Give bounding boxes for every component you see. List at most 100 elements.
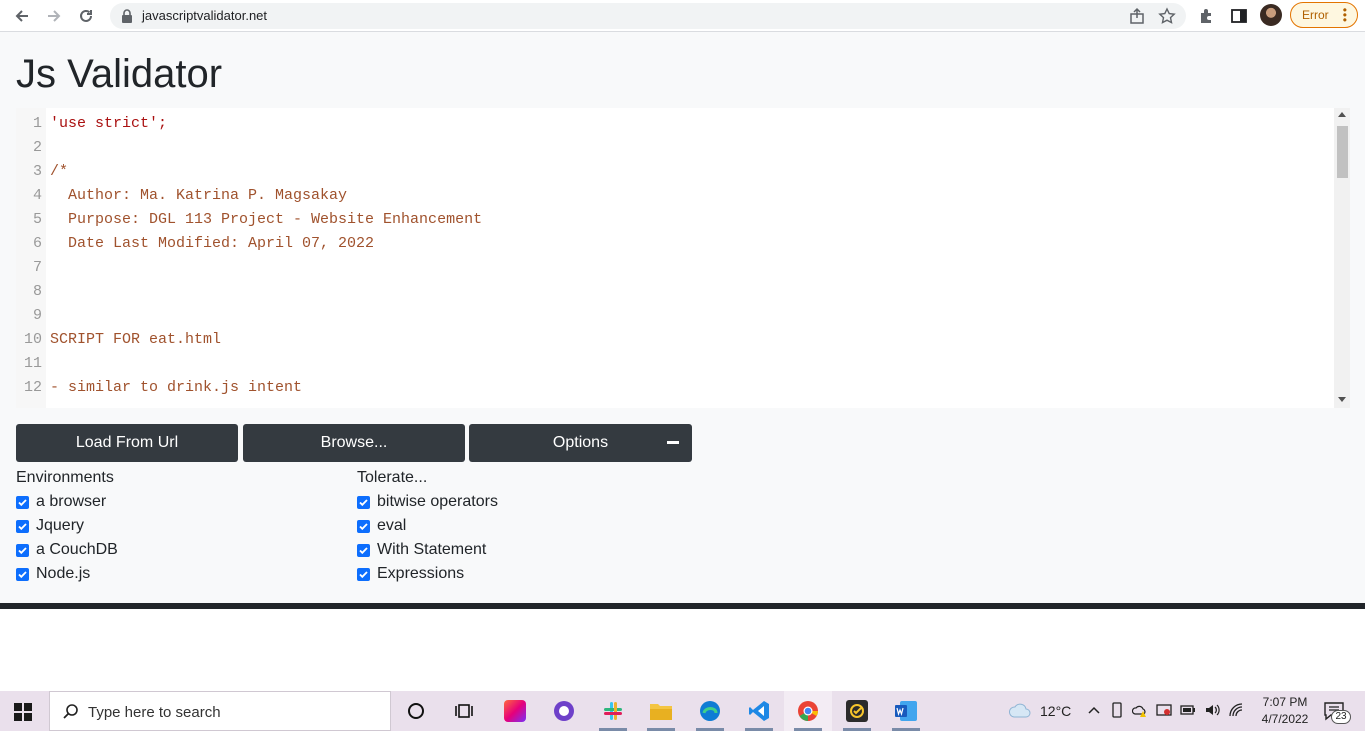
taskbar-search-box[interactable]: Type here to search <box>49 691 391 731</box>
code-editor[interactable]: 1 'use strict'; 2 3 /* 4 Author: Ma. Katri… <box>16 108 1350 408</box>
load-from-url-button[interactable]: Load From Url <box>16 424 238 462</box>
forward-button[interactable] <box>42 4 66 28</box>
back-button[interactable] <box>10 4 34 28</box>
volume-icon[interactable] <box>1204 702 1220 718</box>
onedrive-warning-icon[interactable] <box>1132 702 1148 718</box>
side-panel-icon <box>1231 9 1247 23</box>
checkbox-label: bitwise operators <box>377 493 498 510</box>
checkbox-label: Jquery <box>36 517 85 534</box>
checkbox-expressions[interactable]: Expressions <box>357 564 464 584</box>
code-text: Author: Ma. Katrina P. Magsakay <box>50 187 348 204</box>
editor-scrollbar[interactable] <box>1334 108 1350 408</box>
code-text: /* <box>50 163 69 180</box>
checkbox-checked-icon[interactable] <box>16 495 29 509</box>
line-number: 3 <box>32 163 42 180</box>
word-app[interactable] <box>882 691 930 731</box>
slack-icon <box>604 702 622 720</box>
checkbox-checked-icon[interactable] <box>357 567 370 581</box>
code-line: 8 <box>16 280 1326 304</box>
checkbox-eval[interactable]: eval <box>357 516 406 536</box>
slack-app[interactable] <box>589 691 637 731</box>
browser-toolbar: javascriptvalidator.net Error • • • <box>0 0 1365 32</box>
checkbox-with-statement[interactable]: With Statement <box>357 540 486 560</box>
chrome-app[interactable] <box>784 691 832 731</box>
line-number: 5 <box>32 211 42 228</box>
cloud-weather-icon[interactable] <box>1008 699 1032 723</box>
folder-icon <box>650 704 672 720</box>
cortana-circle-icon <box>408 703 424 719</box>
checkbox-label: Expressions <box>377 565 465 582</box>
checkbox-label: With Statement <box>377 541 487 558</box>
checkbox-checked-icon[interactable] <box>357 519 370 533</box>
scroll-thumb[interactable] <box>1337 126 1348 178</box>
code-line: 2 <box>16 136 1326 160</box>
line-number: 1 <box>32 115 42 132</box>
line-number: 7 <box>32 259 42 276</box>
edge-app[interactable] <box>686 691 734 731</box>
creative-cloud-app[interactable] <box>491 691 539 731</box>
scroll-up-arrow-icon[interactable] <box>1338 112 1346 117</box>
tasks-app[interactable] <box>833 691 881 731</box>
chevron-up-icon[interactable] <box>1086 702 1102 718</box>
system-clock[interactable]: 7:07 PM 4/7/2022 <box>1254 694 1316 728</box>
code-line: 11 <box>16 352 1326 376</box>
extensions-button[interactable] <box>1196 5 1218 27</box>
checkbox-label: eval <box>377 517 407 534</box>
puzzle-icon <box>1201 9 1211 23</box>
code-line: 7 <box>16 256 1326 280</box>
line-number: 12 <box>23 379 42 396</box>
code-line: 4 Author: Ma. Katrina P. Magsakay <box>16 184 1326 208</box>
browse-button[interactable]: Browse... <box>243 424 465 462</box>
vscode-app[interactable] <box>735 691 783 731</box>
error-button[interactable]: Error • • • <box>1290 2 1358 28</box>
code-line: 9 <box>16 304 1326 328</box>
checkbox-checked-icon[interactable] <box>357 543 370 557</box>
page-title: Js Validator <box>16 52 223 96</box>
vscode-icon <box>749 701 769 721</box>
checkbox-label: a browser <box>36 493 107 510</box>
checkbox-jquery[interactable]: Jquery <box>16 516 84 536</box>
clock-date: 4/7/2022 <box>1261 712 1309 726</box>
checkbox-checked-icon[interactable] <box>357 495 370 509</box>
options-button[interactable]: Options <box>469 424 692 462</box>
notification-count-badge: 23 <box>1331 710 1351 724</box>
device-icon[interactable] <box>1109 702 1125 718</box>
checkbox-browser[interactable]: a browser <box>16 492 106 512</box>
checkmark-app-icon <box>846 700 868 722</box>
checkbox-checked-icon[interactable] <box>16 543 29 557</box>
wifi-icon[interactable] <box>1228 702 1244 718</box>
security-icon[interactable] <box>1156 702 1172 718</box>
battery-icon[interactable] <box>1180 702 1196 718</box>
checkbox-label: a CouchDB <box>36 541 118 558</box>
minus-icon <box>667 441 679 444</box>
line-number: 9 <box>32 307 42 324</box>
file-explorer-app[interactable] <box>637 691 685 731</box>
scroll-down-arrow-icon[interactable] <box>1338 397 1346 402</box>
share-icon[interactable] <box>1128 7 1146 25</box>
environments-heading: Environments <box>16 469 114 486</box>
address-bar[interactable]: javascriptvalidator.net <box>110 3 1186 29</box>
reload-button[interactable] <box>74 4 98 28</box>
arrow-right-icon <box>48 10 61 22</box>
github-icon <box>554 701 574 721</box>
checkbox-bitwise[interactable]: bitwise operators <box>357 492 498 512</box>
code-text: SCRIPT FOR eat.html <box>50 331 222 348</box>
search-icon <box>63 704 78 719</box>
profile-avatar[interactable] <box>1260 4 1282 26</box>
cortana-button[interactable] <box>392 691 440 731</box>
word-icon <box>895 701 917 721</box>
bookmark-star-icon[interactable] <box>1158 7 1176 25</box>
task-view-button[interactable] <box>440 691 488 731</box>
options-label: Options <box>552 434 609 451</box>
checkbox-checked-icon[interactable] <box>16 567 29 581</box>
chrome-icon <box>798 701 818 721</box>
line-number: 11 <box>23 355 42 372</box>
windows-start-icon[interactable] <box>14 703 32 721</box>
checkbox-checked-icon[interactable] <box>16 519 29 533</box>
tolerate-heading: Tolerate... <box>357 469 428 486</box>
checkbox-couchdb[interactable]: a CouchDB <box>16 540 118 560</box>
side-panel-button[interactable] <box>1228 5 1250 27</box>
page-bottom-area <box>0 609 1365 691</box>
checkbox-nodejs[interactable]: Node.js <box>16 564 90 584</box>
github-desktop-app[interactable] <box>540 691 588 731</box>
